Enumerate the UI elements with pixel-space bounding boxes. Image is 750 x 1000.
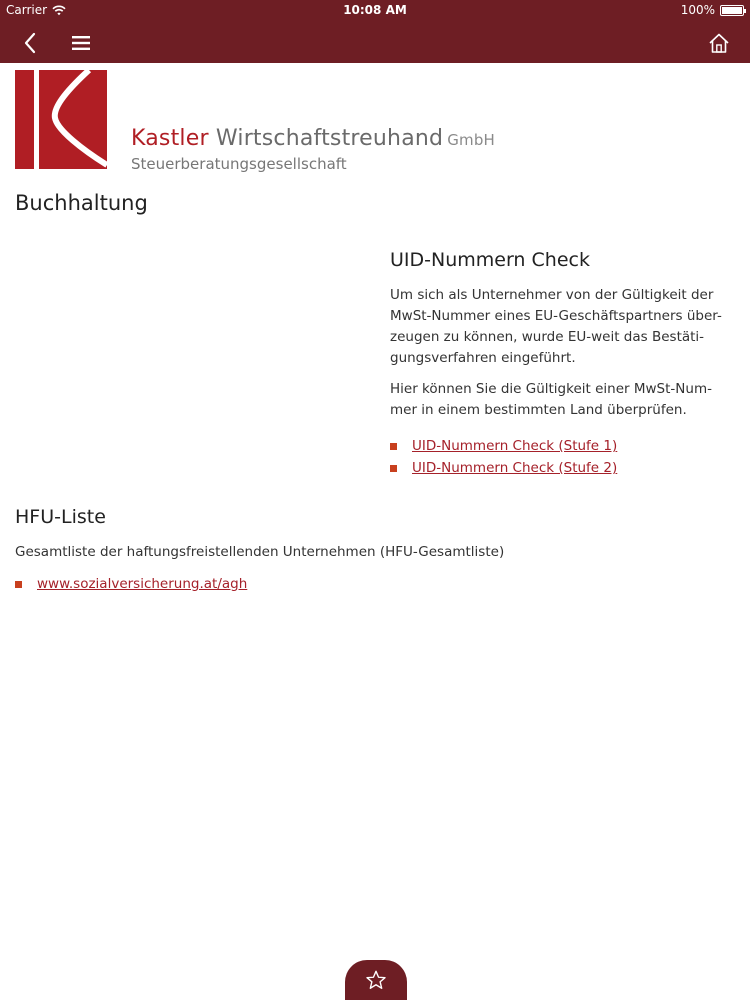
status-right: 100% bbox=[680, 3, 746, 17]
uid-check-line: gungsverfahren eingeführt. bbox=[390, 350, 576, 366]
page-title: Buchhaltung bbox=[15, 191, 148, 215]
uid-check-line: Um sich als Unternehmer von der Gültigke… bbox=[390, 287, 714, 303]
battery-fill bbox=[722, 6, 742, 14]
battery-percent: 100% bbox=[680, 3, 715, 17]
uid-check-line: MwSt-Nummer eines EU-Geschäftspartners ü… bbox=[390, 308, 722, 324]
sozialversicherung-link[interactable]: www.sozialversicherung.at/agh bbox=[37, 576, 247, 592]
logo-company-name: Kastler Wirtschaftstreuhand GmbH bbox=[131, 126, 495, 151]
list-item: UID-Nummern Check (Stufe 1) bbox=[390, 435, 735, 457]
list-item: UID-Nummern Check (Stufe 2) bbox=[390, 457, 735, 479]
nav-bar bbox=[0, 22, 750, 63]
star-icon bbox=[366, 970, 386, 989]
hfu-links: www.sozialversicherung.at/agh bbox=[15, 573, 715, 595]
status-time: 10:08 AM bbox=[343, 3, 407, 17]
uid-check-line: mer in einem bestimmten Land überprüfen. bbox=[390, 402, 687, 418]
menu-button[interactable] bbox=[64, 26, 98, 60]
top-bar: Carrier 10:08 AM 100% bbox=[0, 0, 750, 63]
list-item: www.sozialversicherung.at/agh bbox=[15, 573, 715, 595]
uid-check-title: UID-Nummern Check bbox=[390, 249, 590, 271]
company-logo: Kastler Wirtschaftstreuhand GmbH Steuerbe… bbox=[15, 70, 575, 180]
status-bar: Carrier 10:08 AM 100% bbox=[0, 0, 750, 22]
battery-icon bbox=[720, 4, 746, 16]
logo-subtitle: Steuerberatungsgesellschaft bbox=[131, 155, 347, 173]
uid-check-section: UID-Nummern Check Um sich als Unternehme… bbox=[390, 249, 735, 479]
logo-name-gmbh: GmbH bbox=[447, 131, 496, 149]
favorites-button[interactable] bbox=[345, 960, 407, 1000]
bullet-square-icon bbox=[390, 464, 397, 472]
hfu-title: HFU-Liste bbox=[15, 506, 106, 528]
hfu-section: HFU-Liste Gesamtliste der haftungsfreist… bbox=[15, 506, 715, 595]
home-button[interactable] bbox=[702, 26, 736, 60]
logo-k-mark-icon bbox=[15, 70, 107, 169]
uid-check-line: Hier können Sie die Gültigkeit einer MwS… bbox=[390, 381, 712, 397]
back-button[interactable] bbox=[13, 26, 47, 60]
uid-check-links: UID-Nummern Check (Stufe 1) UID-Nummern … bbox=[390, 435, 735, 479]
uid-check-line: zeugen zu können, wurde EU-weit das Best… bbox=[390, 329, 705, 345]
hfu-description: Gesamtliste der haftungsfreistellenden U… bbox=[15, 544, 505, 560]
logo-name-wirtschaftstreuhand: Wirtschaftstreuhand bbox=[215, 126, 444, 151]
uid-check-paragraph-2: Hier können Sie die Gültigkeit einer MwS… bbox=[390, 379, 732, 421]
uid-check-stufe-2-link[interactable]: UID-Nummern Check (Stufe 2) bbox=[412, 460, 617, 476]
uid-check-stufe-1-link[interactable]: UID-Nummern Check (Stufe 1) bbox=[412, 438, 617, 454]
bullet-square-icon bbox=[15, 580, 22, 588]
uid-check-paragraph-1: Um sich als Unternehmer von der Gültigke… bbox=[390, 285, 732, 369]
menu-icon bbox=[72, 36, 90, 50]
logo-name-kastler: Kastler bbox=[131, 126, 209, 151]
back-chevron-icon bbox=[24, 32, 36, 54]
home-icon bbox=[709, 33, 729, 53]
bullet-square-icon bbox=[390, 442, 397, 450]
